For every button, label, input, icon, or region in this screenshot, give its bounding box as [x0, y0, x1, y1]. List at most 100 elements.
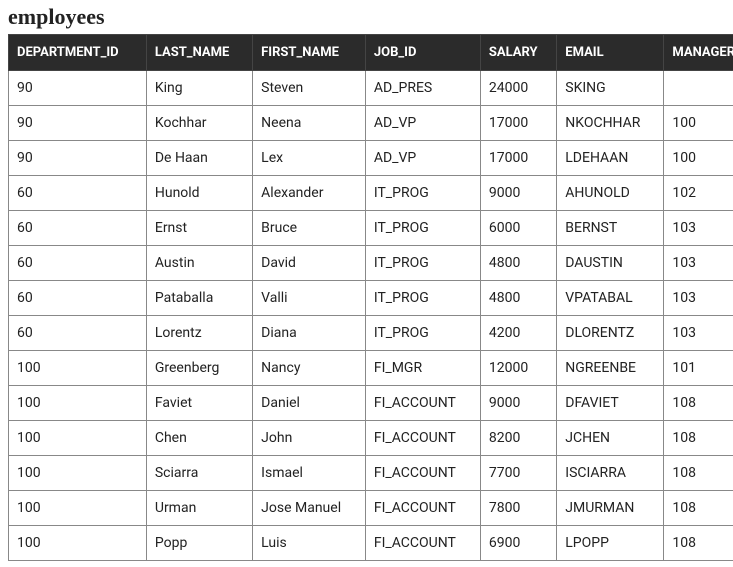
column-header[interactable]: MANAGER_ID	[664, 35, 733, 71]
table-row[interactable]: 100SciarraIsmaelFI_ACCOUNT7700ISCIARRA10…	[9, 456, 733, 491]
table-cell: ISCIARRA	[557, 456, 664, 491]
table-cell: 103	[664, 281, 733, 316]
table-row[interactable]: 90KochharNeenaAD_VP17000NKOCHHAR100	[9, 106, 733, 141]
table-cell	[664, 71, 733, 106]
table-cell: 90	[9, 106, 147, 141]
employees-table: DEPARTMENT_IDLAST_NAMEFIRST_NAMEJOB_IDSA…	[8, 34, 733, 561]
table-cell: 6900	[480, 526, 556, 561]
table-cell: 7800	[480, 491, 556, 526]
column-header[interactable]: EMAIL	[557, 35, 664, 71]
table-cell: DAUSTIN	[557, 246, 664, 281]
table-cell: IT_PROG	[365, 281, 480, 316]
table-cell: FI_ACCOUNT	[365, 526, 480, 561]
table-cell: 60	[9, 211, 147, 246]
table-cell: 4800	[480, 246, 556, 281]
table-cell: SKING	[557, 71, 664, 106]
column-header[interactable]: SALARY	[480, 35, 556, 71]
table-cell: Popp	[146, 526, 252, 561]
table-row[interactable]: 100GreenbergNancyFI_MGR12000NGREENBE101	[9, 351, 733, 386]
table-cell: 103	[664, 316, 733, 351]
table-row[interactable]: 100FavietDanielFI_ACCOUNT9000DFAVIET108	[9, 386, 733, 421]
column-header[interactable]: DEPARTMENT_ID	[9, 35, 147, 71]
table-row[interactable]: 60HunoldAlexanderIT_PROG9000AHUNOLD102	[9, 176, 733, 211]
table-cell: 60	[9, 176, 147, 211]
table-cell: Daniel	[253, 386, 366, 421]
table-cell: 17000	[480, 106, 556, 141]
table-row[interactable]: 60AustinDavidIT_PROG4800DAUSTIN103	[9, 246, 733, 281]
table-cell: 100	[9, 456, 147, 491]
table-row[interactable]: 90KingStevenAD_PRES24000SKING	[9, 71, 733, 106]
table-cell: 102	[664, 176, 733, 211]
table-cell: AHUNOLD	[557, 176, 664, 211]
table-cell: FI_ACCOUNT	[365, 386, 480, 421]
table-cell: IT_PROG	[365, 176, 480, 211]
table-cell: Nancy	[253, 351, 366, 386]
table-cell: NGREENBE	[557, 351, 664, 386]
table-cell: Kochhar	[146, 106, 252, 141]
table-cell: Lorentz	[146, 316, 252, 351]
table-cell: Lex	[253, 141, 366, 176]
table-cell: Neena	[253, 106, 366, 141]
table-row[interactable]: 90De HaanLexAD_VP17000LDEHAAN100	[9, 141, 733, 176]
table-cell: Pataballa	[146, 281, 252, 316]
table-cell: 60	[9, 316, 147, 351]
table-cell: Ismael	[253, 456, 366, 491]
table-row[interactable]: 100PoppLuisFI_ACCOUNT6900LPOPP108	[9, 526, 733, 561]
table-cell: De Haan	[146, 141, 252, 176]
table-cell: 17000	[480, 141, 556, 176]
table-cell: LDEHAAN	[557, 141, 664, 176]
table-cell: Valli	[253, 281, 366, 316]
table-cell: Hunold	[146, 176, 252, 211]
table-row[interactable]: 60LorentzDianaIT_PROG4200DLORENTZ103	[9, 316, 733, 351]
table-cell: 24000	[480, 71, 556, 106]
table-cell: FI_MGR	[365, 351, 480, 386]
table-cell: FI_ACCOUNT	[365, 456, 480, 491]
table-cell: 8200	[480, 421, 556, 456]
table-cell: 4800	[480, 281, 556, 316]
table-cell: 100	[9, 526, 147, 561]
table-cell: 100	[9, 421, 147, 456]
table-row[interactable]: 60ErnstBruceIT_PROG6000BERNST103	[9, 211, 733, 246]
table-cell: John	[253, 421, 366, 456]
table-cell: VPATABAL	[557, 281, 664, 316]
table-cell: 101	[664, 351, 733, 386]
table-cell: JCHEN	[557, 421, 664, 456]
table-cell: 108	[664, 421, 733, 456]
column-header[interactable]: JOB_ID	[365, 35, 480, 71]
column-header[interactable]: FIRST_NAME	[253, 35, 366, 71]
table-cell: AD_VP	[365, 141, 480, 176]
column-header[interactable]: LAST_NAME	[146, 35, 252, 71]
table-cell: Urman	[146, 491, 252, 526]
table-cell: 100	[664, 106, 733, 141]
table-cell: NKOCHHAR	[557, 106, 664, 141]
table-cell: 9000	[480, 386, 556, 421]
table-row[interactable]: 100UrmanJose ManuelFI_ACCOUNT7800JMURMAN…	[9, 491, 733, 526]
table-cell: Sciarra	[146, 456, 252, 491]
table-row[interactable]: 60PataballaValliIT_PROG4800VPATABAL103	[9, 281, 733, 316]
table-cell: 4200	[480, 316, 556, 351]
table-cell: Ernst	[146, 211, 252, 246]
table-cell: FI_ACCOUNT	[365, 491, 480, 526]
table-cell: DLORENTZ	[557, 316, 664, 351]
table-cell: Greenberg	[146, 351, 252, 386]
table-cell: 100	[9, 351, 147, 386]
table-cell: JMURMAN	[557, 491, 664, 526]
table-cell: DFAVIET	[557, 386, 664, 421]
table-cell: King	[146, 71, 252, 106]
table-cell: 108	[664, 526, 733, 561]
table-cell: Luis	[253, 526, 366, 561]
table-cell: AD_VP	[365, 106, 480, 141]
table-cell: Bruce	[253, 211, 366, 246]
table-cell: 108	[664, 456, 733, 491]
table-cell: AD_PRES	[365, 71, 480, 106]
table-cell: Alexander	[253, 176, 366, 211]
table-cell: IT_PROG	[365, 316, 480, 351]
table-header: DEPARTMENT_IDLAST_NAMEFIRST_NAMEJOB_IDSA…	[9, 35, 733, 71]
table-cell: IT_PROG	[365, 246, 480, 281]
table-row[interactable]: 100ChenJohnFI_ACCOUNT8200JCHEN108	[9, 421, 733, 456]
table-cell: 60	[9, 246, 147, 281]
table-cell: Steven	[253, 71, 366, 106]
table-cell: David	[253, 246, 366, 281]
table-cell: 90	[9, 141, 147, 176]
table-cell: 12000	[480, 351, 556, 386]
